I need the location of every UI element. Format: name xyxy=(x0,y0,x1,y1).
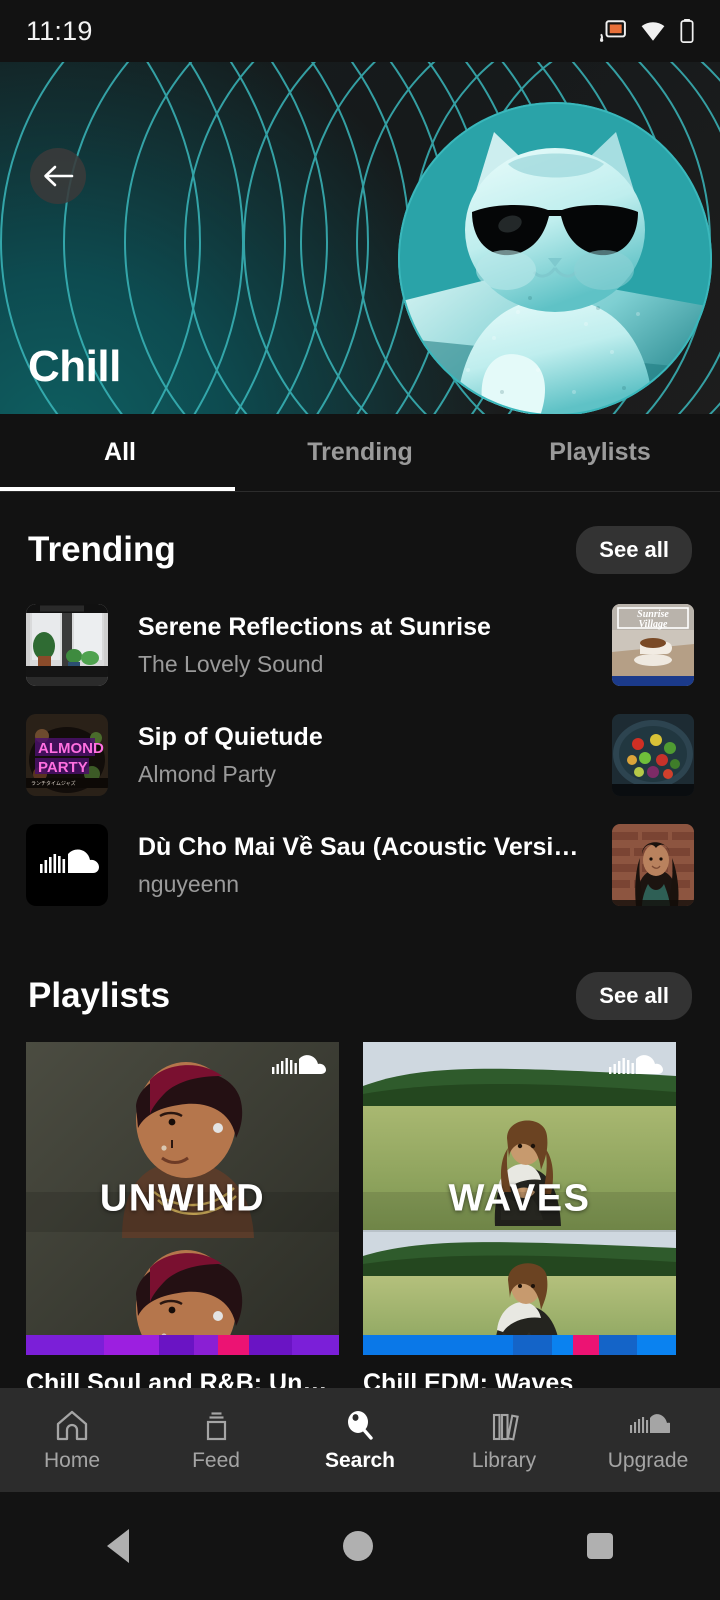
svg-text:ランチタイムジャズ: ランチタイムジャズ xyxy=(31,780,76,787)
almond-party-artwork: ALMOND PARTY ランチタイムジャズ xyxy=(26,714,108,796)
soundcloud-logo-artwork xyxy=(26,824,108,906)
tab-playlists[interactable]: Playlists xyxy=(480,414,720,491)
track-title: Dù Cho Mai Về Sau (Acoustic Versi… xyxy=(138,832,579,861)
playlist-color-strip xyxy=(363,1335,676,1355)
track-artwork: ALMOND PARTY ランチタイムジャズ xyxy=(26,714,108,796)
track-title: Sip of Quietude xyxy=(138,722,323,751)
track-artwork xyxy=(26,604,108,686)
nav-item-home[interactable]: Home xyxy=(0,1408,144,1473)
tab-trending[interactable]: Trending xyxy=(240,414,480,491)
status-icons xyxy=(600,19,694,43)
back-button[interactable] xyxy=(30,148,86,204)
tab-all-label: All xyxy=(104,438,136,466)
track-artist: nguyeenn xyxy=(138,870,240,897)
home-icon xyxy=(56,1410,88,1440)
svg-text:PARTY: PARTY xyxy=(38,759,88,776)
battery-icon xyxy=(680,19,694,43)
nav-label-library: Library xyxy=(471,1448,537,1472)
trending-section-header: Trending See all xyxy=(0,492,720,590)
playlists-title: Playlists xyxy=(28,976,171,1015)
system-back-button[interactable] xyxy=(107,1529,129,1563)
sunrise-village-coffee-artwork: Sunrise Village xyxy=(612,604,694,686)
playlist-color-strip xyxy=(26,1335,339,1355)
track-row[interactable]: Serene Reflections at Sunrise The Lovely… xyxy=(0,590,720,700)
playlist-card[interactable]: UNWIND Chill Soul and R&B: Un… xyxy=(26,1042,339,1398)
track-info: Sip of Quietude Almond Party xyxy=(108,723,594,788)
playlist-overlay-label: UNWIND xyxy=(99,1177,266,1219)
track-info: Dù Cho Mai Về Sau (Acoustic Versi… nguye… xyxy=(108,833,594,898)
salad-bowl-artwork xyxy=(612,714,694,796)
track-related-artwork[interactable] xyxy=(612,714,694,796)
system-recents-button[interactable] xyxy=(587,1533,613,1559)
playlists-section-header: Playlists See all xyxy=(0,920,720,1036)
nav-item-search[interactable]: Search xyxy=(288,1408,432,1473)
status-time: 11:19 xyxy=(26,15,93,46)
nav-label-feed: Feed xyxy=(192,1448,240,1472)
playlist-artwork: WAVES xyxy=(363,1042,676,1355)
nav-label-search: Search xyxy=(324,1448,396,1472)
hero-banner: Chill xyxy=(0,62,720,414)
tab-bar: All Trending Playlists xyxy=(0,414,720,492)
window-plants-artwork xyxy=(26,604,108,686)
tab-trending-label: Trending xyxy=(307,438,413,466)
playlist-overlay-label: WAVES xyxy=(448,1177,591,1219)
cool-cat-image xyxy=(398,102,712,414)
feed-icon xyxy=(206,1411,227,1440)
tab-playlists-label: Playlists xyxy=(549,438,651,466)
wifi-icon xyxy=(641,22,665,41)
soundcloud-cloud-icon xyxy=(608,1054,664,1085)
nav-item-library[interactable]: Library xyxy=(432,1408,576,1473)
nav-item-upgrade[interactable]: Upgrade xyxy=(576,1408,720,1473)
search-icon xyxy=(348,1410,373,1440)
woman-brick-wall-artwork xyxy=(612,824,694,906)
playlist-carousel: UNWIND Chill Soul and R&B: Un… WAVES Chi… xyxy=(0,1036,720,1398)
soundcloud-cloud-icon xyxy=(271,1054,327,1085)
tab-all[interactable]: All xyxy=(0,414,240,491)
hero-artwork xyxy=(398,102,712,414)
trending-title: Trending xyxy=(28,530,176,569)
track-artist: Almond Party xyxy=(138,760,277,787)
nav-label-home: Home xyxy=(43,1448,101,1472)
soundcloud-cloud-icon xyxy=(630,1413,670,1433)
app-root: 11:19 Chill All Trending Playlists Trend… xyxy=(0,0,720,1600)
track-title: Serene Reflections at Sunrise xyxy=(138,612,491,641)
track-row[interactable]: Dù Cho Mai Về Sau (Acoustic Versi… nguye… xyxy=(0,810,720,920)
cast-icon xyxy=(600,20,626,42)
track-related-artwork[interactable] xyxy=(612,824,694,906)
playlists-see-all-button[interactable]: See all xyxy=(576,972,692,1020)
svg-text:ALMOND: ALMOND xyxy=(38,740,104,757)
back-arrow-icon xyxy=(44,165,74,187)
system-home-button[interactable] xyxy=(343,1531,373,1561)
playlist-artwork: UNWIND xyxy=(26,1042,339,1355)
playlist-card[interactable]: WAVES Chill EDM: Waves xyxy=(363,1042,676,1398)
nav-item-feed[interactable]: Feed xyxy=(144,1408,288,1473)
svg-text:Village: Village xyxy=(639,619,668,630)
nav-label-upgrade: Upgrade xyxy=(607,1448,689,1472)
status-bar: 11:19 xyxy=(0,0,720,62)
active-tab-indicator xyxy=(0,487,235,491)
page-title: Chill xyxy=(28,342,121,391)
trending-see-all-button[interactable]: See all xyxy=(576,526,692,574)
track-info: Serene Reflections at Sunrise The Lovely… xyxy=(108,613,594,678)
system-navigation-bar xyxy=(0,1492,720,1600)
track-related-artwork[interactable]: Sunrise Village xyxy=(612,604,694,686)
track-row[interactable]: ALMOND PARTY ランチタイムジャズ Sip of Quietude A… xyxy=(0,700,720,810)
library-icon xyxy=(492,1413,519,1441)
track-artist: The Lovely Sound xyxy=(138,650,324,677)
track-artwork xyxy=(26,824,108,906)
bottom-navigation: Home Feed Search Library Upgrade xyxy=(0,1388,720,1492)
